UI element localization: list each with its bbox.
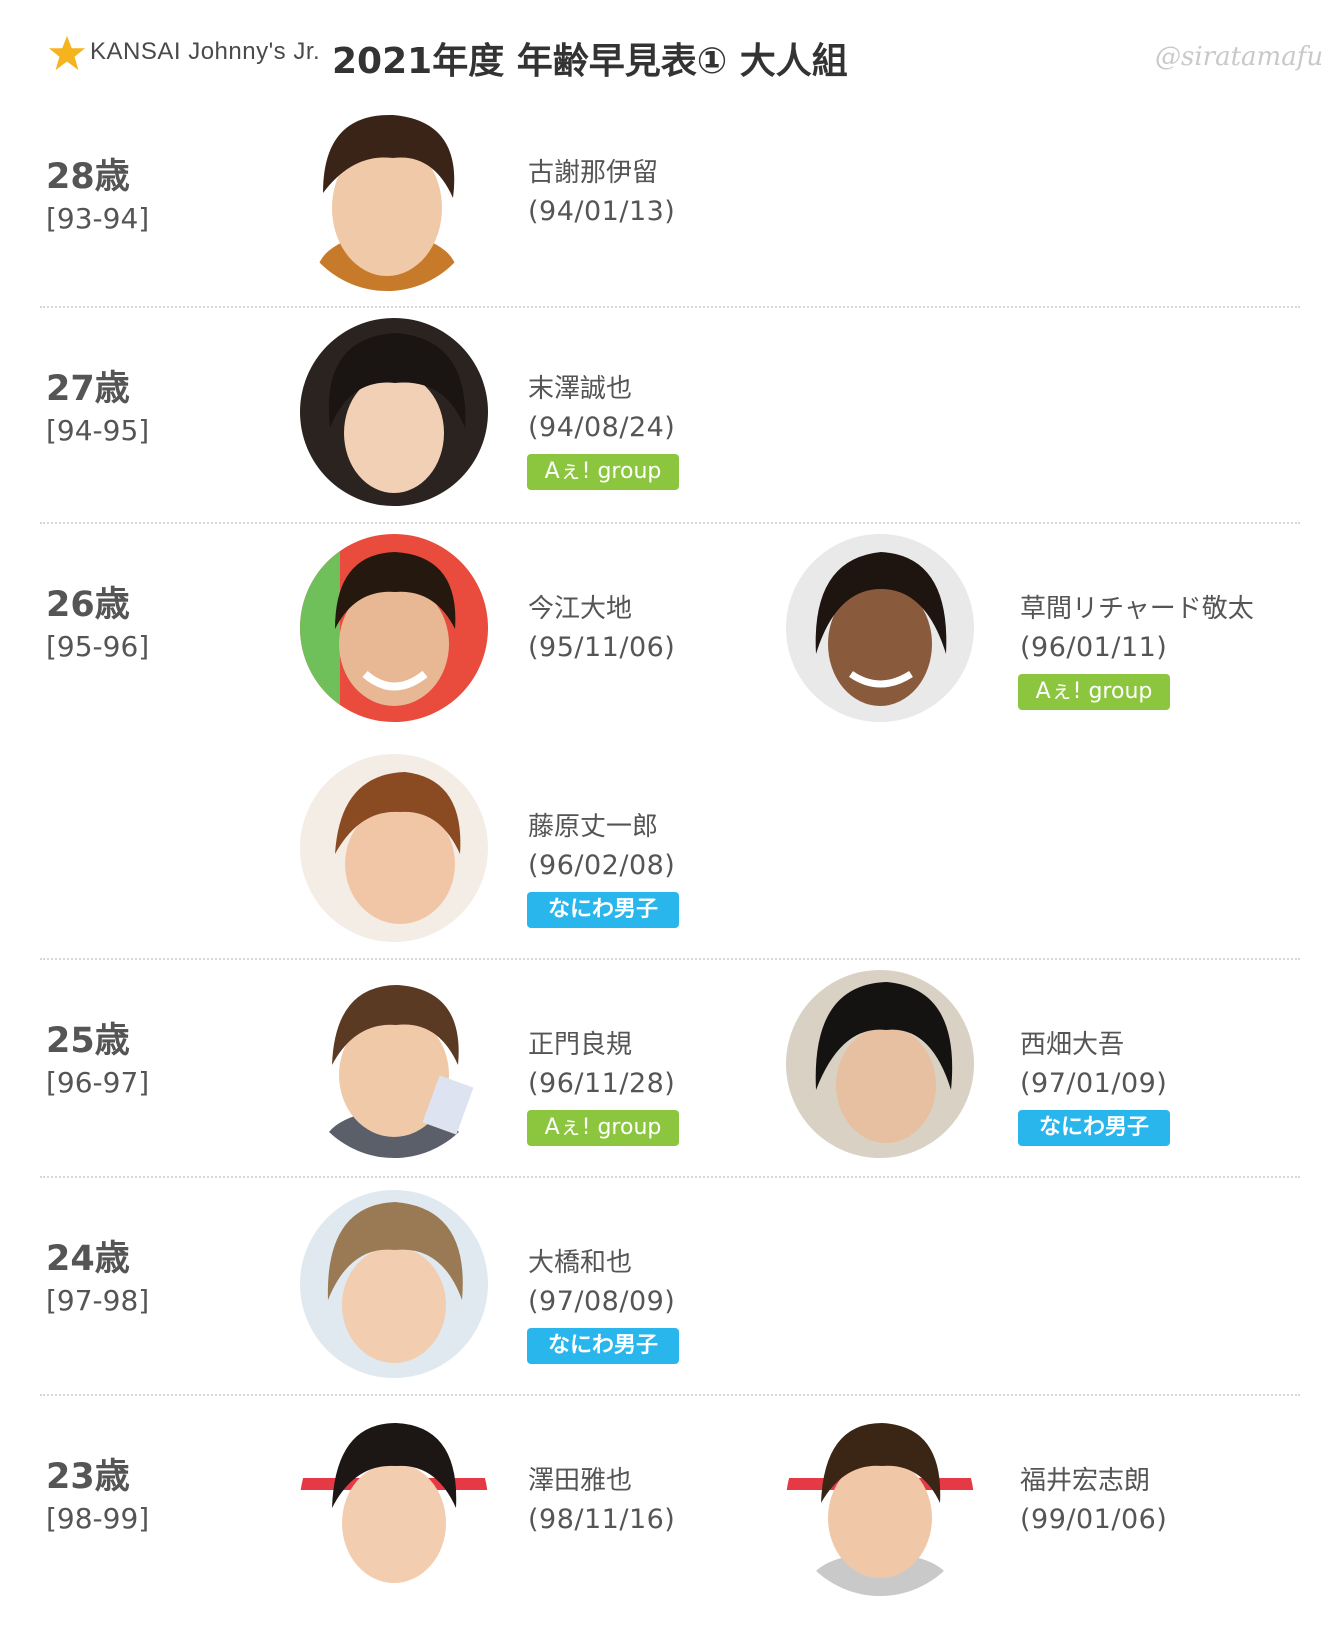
member-photo [786,1408,974,1596]
logo-text: KANSAI Johnny's Jr. [90,38,321,65]
member-photo [786,970,974,1158]
group-badge: Aぇ! group [1018,674,1170,710]
member-birthday: (96/01/11) [1020,632,1168,663]
member-photo [300,1190,488,1378]
age-label: 23歳 [46,1457,130,1497]
member-name: 福井宏志朗 [1020,1466,1151,1496]
age-label: 25歳 [46,1021,130,1061]
row-divider [40,522,1300,524]
member-name: 大橋和也 [528,1248,633,1278]
member-birthday: (97/01/09) [1020,1068,1168,1099]
member-photo [300,970,488,1158]
year-range: [94-95] [46,414,150,447]
year-range: [95-96] [46,630,150,663]
member-photo [786,534,974,722]
member-photo [300,1408,488,1596]
group-badge: Aぇ! group [527,1110,679,1146]
year-range: [93-94] [46,202,150,235]
row-divider [40,958,1300,960]
member-birthday: (94/01/13) [528,196,676,227]
member-birthday: (96/02/08) [528,850,676,881]
header: KANSAI Johnny's Jr. 2021年度 年齢早見表① 大人組 @s… [0,0,1329,110]
age-label: 24歳 [46,1239,130,1279]
page-title: 2021年度 年齢早見表① 大人組 [332,41,848,82]
member-birthday: (96/11/28) [528,1068,676,1099]
member-name: 正門良規 [528,1030,633,1060]
group-badge: なにわ男子 [527,892,679,928]
member-birthday: (99/01/06) [1020,1504,1168,1535]
member-name: 澤田雅也 [528,1466,633,1496]
row-divider [40,306,1300,308]
age-label: 28歳 [46,157,130,197]
group-badge: なにわ男子 [527,1328,679,1364]
member-photo [300,318,488,506]
star-icon [48,35,86,71]
group-badge: Aぇ! group [527,454,679,490]
member-name: 今江大地 [528,594,633,624]
year-range: [97-98] [46,1284,150,1317]
watermark: @siratamafu [1155,42,1324,72]
member-birthday: (98/11/16) [528,1504,676,1535]
member-birthday: (97/08/09) [528,1286,676,1317]
age-label: 26歳 [46,585,130,625]
row-divider [40,1176,1300,1178]
group-badge: なにわ男子 [1018,1110,1170,1146]
year-range: [96-97] [46,1066,150,1099]
member-birthday: (94/08/24) [528,412,676,443]
member-photo [300,534,488,722]
member-name: 末澤誠也 [528,374,633,404]
member-name: 藤原丈一郎 [528,812,659,842]
member-name: 西畑大吾 [1020,1030,1125,1060]
member-photo [300,754,488,942]
member-birthday: (95/11/06) [528,632,676,663]
member-name: 草間リチャード敬太 [1020,594,1254,624]
member-name: 古謝那伊留 [528,158,659,188]
member-photo [293,103,481,291]
year-range: [98-99] [46,1502,150,1535]
row-divider [40,1394,1300,1396]
age-label: 27歳 [46,369,130,409]
